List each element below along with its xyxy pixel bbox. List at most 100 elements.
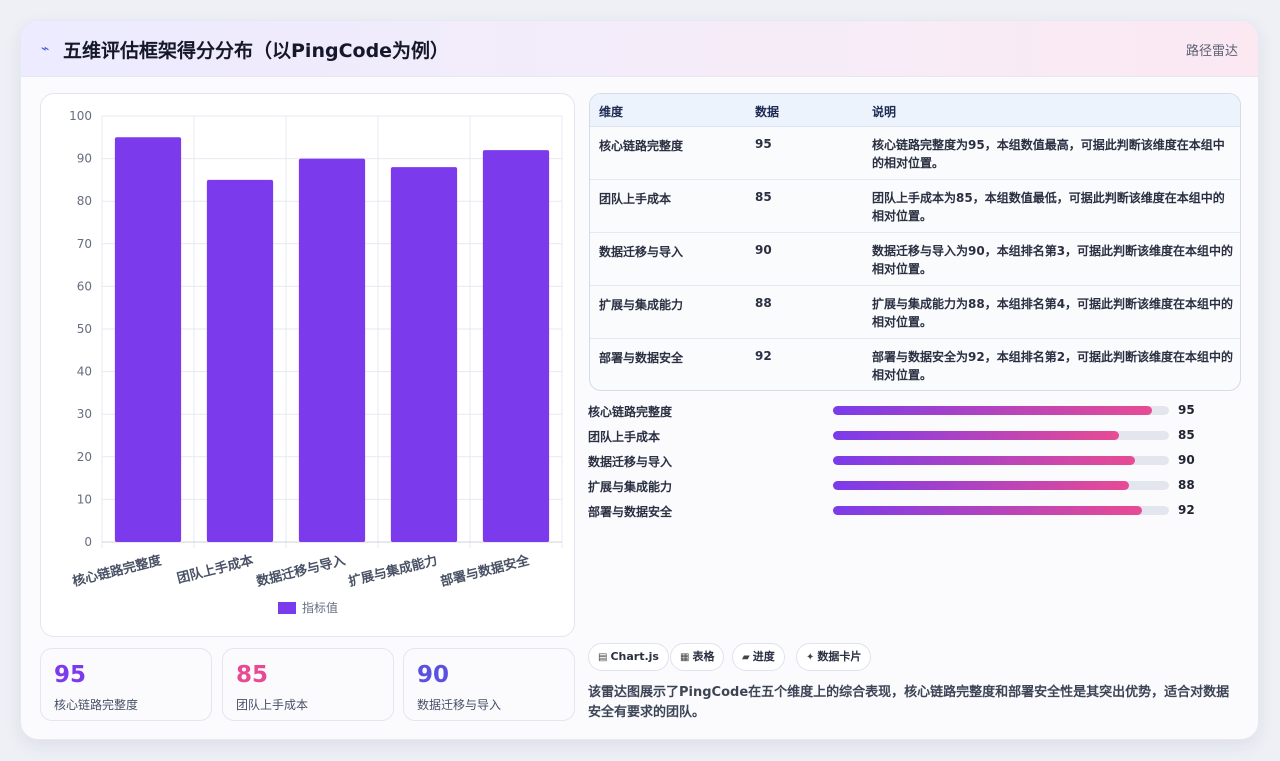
progress-value: 88 <box>1178 478 1195 492</box>
progress-fill <box>833 456 1136 465</box>
y-tick-label: 70 <box>77 237 92 251</box>
pill-label: Chart.js <box>610 650 659 663</box>
bar <box>206 179 274 542</box>
progress-track <box>833 506 1169 515</box>
stat-label: 数据迁移与导入 <box>417 698 502 712</box>
progress-value: 90 <box>1178 453 1195 467</box>
y-tick-label: 60 <box>77 279 92 293</box>
y-tick-label: 50 <box>77 322 92 336</box>
progress-track <box>833 406 1169 415</box>
column-header-value: 数据 <box>755 105 780 119</box>
progress-track <box>833 481 1169 490</box>
cell-value: 88 <box>755 296 772 310</box>
bar <box>114 137 182 543</box>
x-tick-label: 部署与数据安全 <box>439 552 532 590</box>
progress-icon: ▰ <box>742 652 750 663</box>
stat-value: 95 <box>54 662 87 688</box>
table-icon: ▦ <box>680 652 690 663</box>
table-header: 维度 数据 说明 <box>590 94 1240 127</box>
bar-chart-svg: 0 10 20 30 40 50 60 70 80 90 100 核心链路完整度 团队上手成本 数据迁移与… <box>69 109 563 615</box>
cell-value: 92 <box>755 349 772 363</box>
bar-chart: 0 10 20 30 40 50 60 70 80 90 100 核心链路完整度 团队上手成本 数据迁移与… <box>40 93 575 637</box>
y-tick-label: 80 <box>77 194 92 208</box>
bar <box>482 150 550 542</box>
y-tick-label: 30 <box>77 407 92 421</box>
y-tick-label: 0 <box>84 535 92 549</box>
pill-label: 表格 <box>692 650 715 663</box>
page-title: 五维评估框架得分分布（以PingCode为例） <box>63 40 450 62</box>
table-row: 团队上手成本 85 团队上手成本为85，本组数值最低，可据此判断该维度在本组中的… <box>590 180 1240 233</box>
pill-label: 数据卡片 <box>817 650 862 663</box>
x-tick-label: 数据迁移与导入 <box>255 552 347 590</box>
tag-chartjs[interactable]: ▤ Chart.js <box>588 643 669 671</box>
cell-description: 团队上手成本为85，本组数值最低，可据此判断该维度在本组中的相对位置。 <box>872 191 1225 223</box>
tag-data-card[interactable]: ✦ 数据卡片 <box>796 643 872 671</box>
stat-value: 90 <box>417 662 450 688</box>
y-tick-label: 40 <box>77 365 92 379</box>
stat-card-2: 85 团队上手成本 <box>222 648 394 721</box>
progress-row: 数据迁移与导入 90 <box>588 452 1228 470</box>
table-row: 数据迁移与导入 90 数据迁移与导入为90，本组排名第3，可据此判断该维度在本组… <box>590 233 1240 286</box>
cell-dimension: 扩展与集成能力 <box>599 298 684 312</box>
progress-row: 扩展与集成能力 88 <box>588 477 1228 495</box>
progress-label: 核心链路完整度 <box>588 405 673 419</box>
progress-fill <box>833 431 1119 440</box>
cell-description: 数据迁移与导入为90，本组排名第3，可据此判断该维度在本组中的相对位置。 <box>872 244 1234 276</box>
cell-dimension: 数据迁移与导入 <box>599 245 684 259</box>
table-row: 核心链路完整度 95 核心链路完整度为95，本组数值最高，可据此判断该维度在本组… <box>590 127 1240 180</box>
x-tick-label: 团队上手成本 <box>175 552 255 586</box>
cell-value: 95 <box>755 137 772 151</box>
stat-card-1: 95 核心链路完整度 <box>40 648 212 721</box>
x-tick-label: 核心链路完整度 <box>71 552 164 590</box>
progress-label: 扩展与集成能力 <box>588 480 673 494</box>
card-header: ⌁ 五维评估框架得分分布（以PingCode为例） 路径雷达 <box>21 21 1258 77</box>
progress-fill <box>833 506 1143 515</box>
progress-track <box>833 431 1169 440</box>
cell-value: 90 <box>755 243 772 257</box>
line-chart-icon: ⌁ <box>41 41 50 57</box>
column-header-description: 说明 <box>872 105 897 119</box>
y-tick-label: 10 <box>77 492 92 506</box>
progress-fill <box>833 481 1129 490</box>
progress-track <box>833 456 1169 465</box>
progress-row: 部署与数据安全 92 <box>588 502 1228 520</box>
pill-label: 进度 <box>752 650 775 663</box>
bar <box>390 167 458 542</box>
stat-value: 85 <box>236 662 269 688</box>
progress-label: 数据迁移与导入 <box>588 455 673 469</box>
chart-icon: ▤ <box>598 652 608 663</box>
legend-swatch <box>278 602 296 614</box>
progress-label: 团队上手成本 <box>588 430 661 444</box>
progress-label: 部署与数据安全 <box>588 505 673 519</box>
progress-row: 核心链路完整度 95 <box>588 402 1228 420</box>
progress-value: 85 <box>1178 428 1195 442</box>
tag-table[interactable]: ▦ 表格 <box>670 643 725 671</box>
progress-value: 92 <box>1178 503 1195 517</box>
stat-label: 核心链路完整度 <box>54 698 139 712</box>
cell-value: 85 <box>755 190 772 204</box>
progress-fill <box>833 406 1153 415</box>
table-row: 扩展与集成能力 88 扩展与集成能力为88，本组排名第4，可据此判断该维度在本组… <box>590 286 1240 339</box>
tag-progress[interactable]: ▰ 进度 <box>732 643 785 671</box>
progress-value: 95 <box>1178 403 1195 417</box>
y-tick-label: 20 <box>77 450 92 464</box>
cell-dimension: 团队上手成本 <box>599 192 672 206</box>
summary-text: 该雷达图展示了PingCode在五个维度上的综合表现，核心链路完整度和部署安全性… <box>588 685 1230 720</box>
sparkle-icon: ✦ <box>806 652 815 663</box>
cell-dimension: 核心链路完整度 <box>599 139 684 153</box>
y-tick-label: 90 <box>77 152 92 166</box>
cell-description: 核心链路完整度为95，本组数值最高，可据此判断该维度在本组中的相对位置。 <box>872 138 1225 170</box>
x-tick-label: 扩展与集成能力 <box>347 552 439 590</box>
data-table: 维度 数据 说明 核心链路完整度 95 核心链路完整度为95，本组数值最高，可据… <box>589 93 1241 391</box>
cell-dimension: 部署与数据安全 <box>599 351 684 365</box>
dashboard-card: ⌁ 五维评估框架得分分布（以PingCode为例） 路径雷达 0 10 20 30 40… <box>20 20 1259 740</box>
cell-description: 部署与数据安全为92，本组排名第2，可据此判断该维度在本组中的相对位置。 <box>872 350 1234 382</box>
header-tag: 路径雷达 <box>1185 44 1238 59</box>
stat-card-3: 90 数据迁移与导入 <box>403 648 575 721</box>
bar <box>298 158 366 542</box>
progress-row: 团队上手成本 85 <box>588 427 1228 445</box>
table-row: 部署与数据安全 92 部署与数据安全为92，本组排名第2，可据此判断该维度在本组… <box>590 339 1240 390</box>
legend-label: 指标值 <box>302 600 338 615</box>
y-tick-label: 100 <box>69 109 92 123</box>
stat-label: 团队上手成本 <box>236 698 309 712</box>
